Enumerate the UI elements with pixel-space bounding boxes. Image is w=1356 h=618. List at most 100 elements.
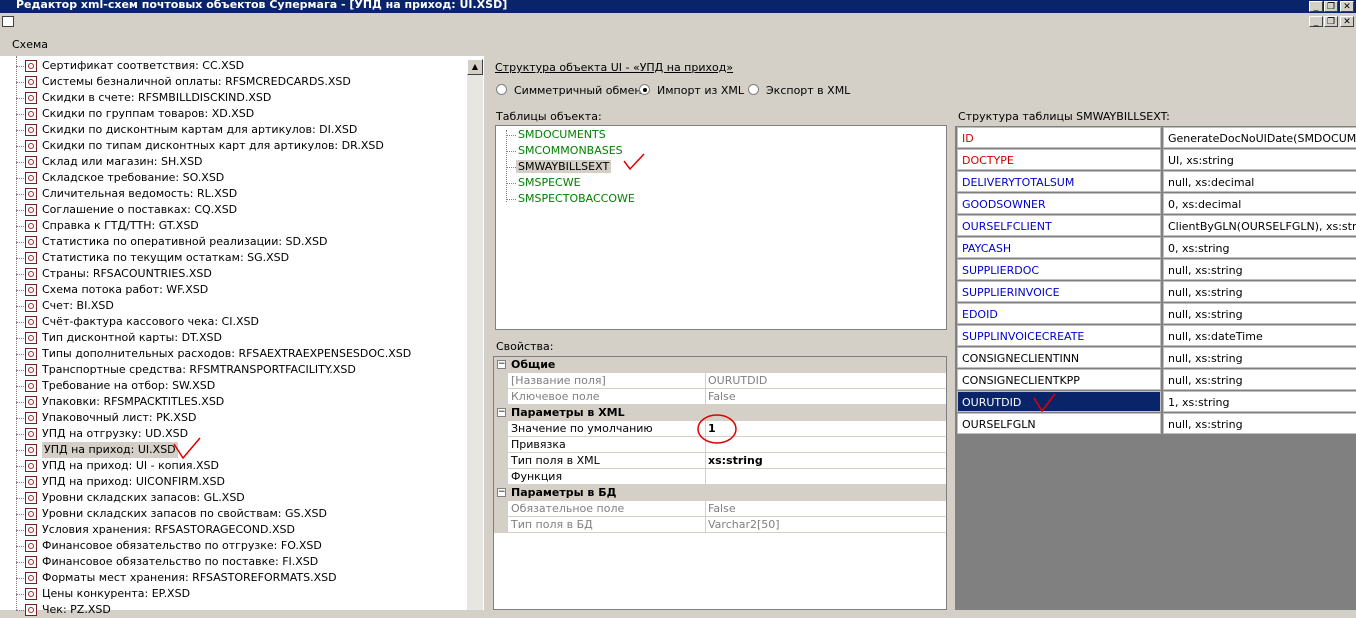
field-value-cell[interactable]: ClientByGLN(OURSELFGLN), xs:string bbox=[1163, 215, 1356, 236]
radio-export-label[interactable]: Экспорт в XML bbox=[766, 84, 850, 97]
field-value-cell[interactable]: UI, xs:string bbox=[1163, 149, 1356, 170]
field-name-cell[interactable]: CONSIGNECLIENTKPP bbox=[957, 369, 1161, 390]
grid-row[interactable]: DELIVERYTOTALSUM null, xs:decimal bbox=[955, 170, 1356, 192]
radio-export[interactable] bbox=[748, 84, 759, 95]
splitter[interactable] bbox=[484, 56, 492, 610]
field-value-cell[interactable]: null, xs:string bbox=[1163, 369, 1356, 390]
property-row[interactable]: Тип поля в XML xs:string bbox=[494, 453, 946, 469]
property-row[interactable]: Функция bbox=[494, 469, 946, 485]
field-value-cell[interactable]: null, xs:string bbox=[1163, 413, 1356, 434]
collapse-toggle-icon[interactable]: − bbox=[497, 360, 506, 369]
grid-row[interactable]: CONSIGNECLIENTKPP null, xs:string bbox=[955, 368, 1356, 390]
field-name-cell[interactable]: OURUTDID bbox=[957, 391, 1161, 412]
property-value[interactable]: 1 bbox=[708, 422, 716, 435]
property-gutter bbox=[494, 469, 508, 485]
field-name-cell[interactable]: GOODSOWNER bbox=[957, 193, 1161, 214]
radio-import-label[interactable]: Импорт из XML bbox=[657, 84, 744, 97]
field-value-cell[interactable]: null, xs:string bbox=[1163, 303, 1356, 324]
field-value-cell[interactable]: 1, xs:string bbox=[1163, 391, 1356, 412]
field-value-cell[interactable]: GenerateDocNoUIDate(SMDOCUMENTS bbox=[1163, 127, 1356, 148]
xsd-file-icon bbox=[25, 492, 37, 504]
property-row[interactable]: Ключевое поле False bbox=[494, 389, 946, 405]
tree-item-label: Типы дополнительных расходов: RFSAEXTRAE… bbox=[42, 347, 412, 360]
tree-item-label: Скидки по дисконтным картам для артикуло… bbox=[42, 123, 358, 136]
table-item-selected[interactable]: SMWAYBILLSEXT bbox=[516, 160, 612, 173]
grid-row[interactable]: GOODSOWNER 0, xs:decimal bbox=[955, 192, 1356, 214]
property-value[interactable]: False bbox=[708, 502, 736, 515]
property-row[interactable]: Привязка bbox=[494, 437, 946, 453]
menu-item-schema[interactable]: Схема bbox=[12, 38, 48, 51]
field-name-cell[interactable]: SUPPLIERINVOICE bbox=[957, 281, 1161, 302]
table-item[interactable]: SMCOMMONBASES bbox=[518, 144, 623, 157]
grid-row[interactable]: OURSELFGLN null, xs:string bbox=[955, 412, 1356, 434]
field-name-cell[interactable]: PAYCASH bbox=[957, 237, 1161, 258]
field-value-cell[interactable]: null, xs:string bbox=[1163, 281, 1356, 302]
table-item[interactable]: SMSPECWE bbox=[518, 176, 581, 189]
grid-row[interactable]: OURSELFCLIENT ClientByGLN(OURSELFGLN), xs… bbox=[955, 214, 1356, 236]
field-value-cell[interactable]: 0, xs:decimal bbox=[1163, 193, 1356, 214]
field-value-cell[interactable]: null, xs:dateTime bbox=[1163, 325, 1356, 346]
field-value-cell[interactable]: null, xs:string bbox=[1163, 259, 1356, 280]
grid-row[interactable]: IDGenerateDocNoUIDate(SMDOCUMENTS bbox=[955, 126, 1356, 148]
grid-row[interactable]: CONSIGNECLIENTINN null, xs:string bbox=[955, 346, 1356, 368]
structure-link[interactable]: Структура объекта UI - «УПД на приход» bbox=[495, 61, 733, 74]
field-name-cell[interactable]: OURSELFCLIENT bbox=[957, 215, 1161, 236]
property-gutter bbox=[494, 421, 508, 437]
property-row[interactable]: Обязательное поле False bbox=[494, 501, 946, 517]
xsd-file-icon bbox=[25, 348, 37, 360]
column-divider bbox=[705, 453, 706, 469]
field-name-cell[interactable]: EDOID bbox=[957, 303, 1161, 324]
grid-row[interactable]: SUPPLIERDOC null, xs:string bbox=[955, 258, 1356, 280]
property-row[interactable]: Тип поля в БД Varchar2[50] bbox=[494, 517, 946, 533]
radio-symmetric[interactable] bbox=[496, 84, 507, 95]
radio-symmetric-label[interactable]: Симметричный обмен bbox=[514, 84, 642, 97]
property-row[interactable]: Значение по умолчанию 1 bbox=[494, 421, 946, 437]
table-item[interactable]: SMSPECTOBACCOWE bbox=[518, 192, 635, 205]
field-value-cell[interactable]: null, xs:decimal bbox=[1163, 171, 1356, 192]
grid-row-selected[interactable]: OURUTDID 1, xs:string bbox=[955, 390, 1356, 412]
grid-row[interactable]: PAYCASH 0, xs:string bbox=[955, 236, 1356, 258]
tree-connector bbox=[16, 178, 24, 179]
table-item[interactable]: SMDOCUMENTS bbox=[518, 128, 606, 141]
property-value[interactable]: Varchar2[50] bbox=[708, 518, 780, 531]
mdi-restore-button[interactable]: ❐ bbox=[1324, 16, 1338, 27]
minimize-button[interactable]: _ bbox=[1309, 1, 1323, 12]
restore-button[interactable]: ❐ bbox=[1324, 1, 1338, 12]
tree-item-label: Скидки по группам товаров: XD.XSD bbox=[42, 107, 255, 120]
grid-row[interactable]: SUPPLINVOICECREATE null, xs:dateTime bbox=[955, 324, 1356, 346]
property-value[interactable]: False bbox=[708, 390, 736, 403]
grid-row[interactable]: SUPPLIERINVOICE null, xs:string bbox=[955, 280, 1356, 302]
xsd-file-icon bbox=[25, 124, 37, 136]
xsd-file-icon bbox=[25, 156, 37, 168]
field-name-cell[interactable]: SUPPLIERDOC bbox=[957, 259, 1161, 280]
tree-connector bbox=[16, 546, 24, 547]
field-name-cell[interactable]: CONSIGNECLIENTINN bbox=[957, 347, 1161, 368]
tree-connector bbox=[16, 98, 24, 99]
grid-row[interactable]: DOCTYPE UI, xs:string bbox=[955, 148, 1356, 170]
mdi-minimize-button[interactable]: _ bbox=[1309, 16, 1323, 27]
grid-row[interactable]: EDOID null, xs:string bbox=[955, 302, 1356, 324]
tree-scrollbar[interactable]: ▲ bbox=[467, 59, 483, 610]
collapse-toggle-icon[interactable]: − bbox=[497, 408, 506, 417]
field-name-cell[interactable]: OURSELFGLN bbox=[957, 413, 1161, 434]
field-value-cell[interactable]: 0, xs:string bbox=[1163, 237, 1356, 258]
property-category[interactable]: − Параметры в XML bbox=[494, 405, 946, 421]
field-name-cell[interactable]: DELIVERYTOTALSUM bbox=[957, 171, 1161, 192]
radio-import[interactable] bbox=[639, 84, 650, 95]
scroll-up-button[interactable]: ▲ bbox=[467, 59, 483, 75]
property-value[interactable]: xs:string bbox=[708, 454, 763, 467]
column-divider bbox=[705, 437, 706, 453]
property-value[interactable]: OURUTDID bbox=[708, 374, 767, 387]
schema-tree: Сертификат соответствия: CC.XSD Системы б… bbox=[0, 56, 485, 616]
mdi-close-button[interactable]: ✕ bbox=[1340, 16, 1354, 27]
property-category[interactable]: − Параметры в БД bbox=[494, 485, 946, 501]
field-name-cell[interactable]: SUPPLINVOICECREATE bbox=[957, 325, 1161, 346]
document-icon[interactable] bbox=[2, 16, 14, 27]
property-category[interactable]: − Общие bbox=[494, 357, 946, 373]
field-value-cell[interactable]: null, xs:string bbox=[1163, 347, 1356, 368]
field-name-cell[interactable]: DOCTYPE bbox=[957, 149, 1161, 170]
collapse-toggle-icon[interactable]: − bbox=[497, 488, 506, 497]
field-name-cell[interactable]: ID bbox=[957, 127, 1161, 148]
property-row[interactable]: [Название поля] OURUTDID bbox=[494, 373, 946, 389]
close-button[interactable]: ✕ bbox=[1340, 1, 1354, 12]
